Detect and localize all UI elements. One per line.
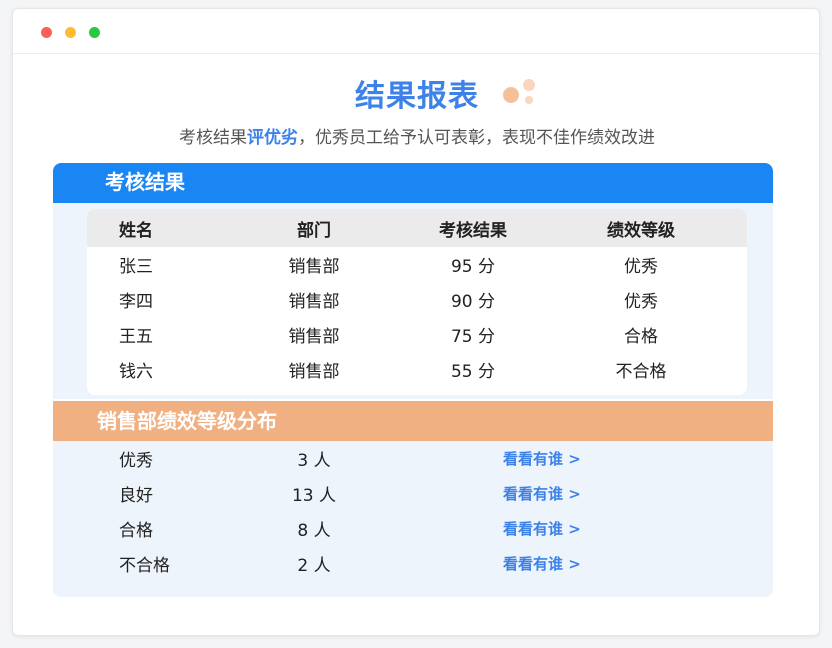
column-header-department: 部门	[297, 220, 331, 241]
grade-label: 合格	[119, 521, 153, 541]
table-row: 张三 销售部 95 分 优秀	[87, 247, 747, 282]
page-title: 结果报表	[355, 79, 479, 114]
maximize-window-button[interactable]	[89, 27, 100, 38]
page-subtitle: 考核结果评优劣，优秀员工给予认可表彰，表现不佳作绩效改进	[13, 123, 821, 148]
view-members-link[interactable]: 看看有谁 >	[389, 448, 581, 469]
cell-name: 钱六	[119, 362, 153, 382]
cell-grade: 不合格	[615, 362, 667, 382]
cell-department: 销售部	[288, 327, 340, 347]
decorative-dots-icon	[501, 75, 541, 107]
table-row: 王五 销售部 75 分 合格	[87, 317, 747, 352]
cell-department: 销售部	[288, 292, 340, 312]
close-window-button[interactable]	[41, 27, 52, 38]
column-header-name: 姓名	[119, 220, 153, 241]
grade-count: 8 人	[297, 521, 331, 541]
list-item: 优秀 3 人 看看有谁 >	[53, 441, 773, 476]
view-members-link[interactable]: 看看有谁 >	[389, 483, 581, 504]
grade-label: 不合格	[119, 556, 170, 576]
results-table-header: 姓名 部门 考核结果 绩效等级	[87, 209, 747, 247]
table-row: 钱六 销售部 55 分 不合格	[87, 352, 747, 387]
column-header-grade: 绩效等级	[607, 220, 675, 241]
view-members-link[interactable]: 看看有谁 >	[389, 553, 581, 574]
grade-count: 2 人	[297, 556, 331, 576]
cell-result: 55 分	[450, 362, 496, 382]
results-table: 姓名 部门 考核结果 绩效等级 张三 销售部 95 分 优秀 李四 销售部 90…	[87, 209, 747, 395]
grade-label: 良好	[119, 486, 153, 506]
cell-name: 王五	[119, 327, 153, 347]
list-item: 合格 8 人 看看有谁 >	[53, 511, 773, 546]
cell-department: 销售部	[288, 362, 340, 382]
cell-grade: 优秀	[624, 257, 658, 277]
cell-department: 销售部	[288, 257, 340, 277]
results-section-title: 考核结果	[53, 163, 773, 203]
window-titlebar	[13, 9, 819, 54]
list-item: 不合格 2 人 看看有谁 >	[53, 546, 773, 581]
cell-result: 75 分	[450, 327, 496, 347]
column-header-result: 考核结果	[439, 220, 507, 241]
cell-grade: 合格	[624, 327, 658, 347]
cell-result: 90 分	[450, 292, 496, 312]
cell-name: 李四	[119, 292, 153, 312]
minimize-window-button[interactable]	[65, 27, 76, 38]
cell-name: 张三	[119, 257, 153, 277]
results-section: 考核结果 姓名 部门 考核结果 绩效等级 张三 销售部 95 分 优秀 李四 销…	[53, 163, 773, 399]
table-row: 李四 销售部 90 分 优秀	[87, 282, 747, 317]
grade-count: 13 人	[291, 486, 337, 506]
distribution-section-title: 销售部绩效等级分布	[53, 401, 773, 441]
report-window: 结果报表 考核结果评优劣，优秀员工给予认可表彰，表现不佳作绩效改进 考核结果 姓…	[12, 8, 820, 636]
distribution-section: 销售部绩效等级分布 优秀 3 人 看看有谁 > 良好 13 人 看看有谁 > 合…	[53, 401, 773, 597]
cell-result: 95 分	[450, 257, 496, 277]
list-item: 良好 13 人 看看有谁 >	[53, 476, 773, 511]
view-members-link[interactable]: 看看有谁 >	[389, 518, 581, 539]
cell-grade: 优秀	[624, 292, 658, 312]
subtitle-suffix: ，优秀员工给予认可表彰，表现不佳作绩效改进	[298, 128, 655, 148]
grade-label: 优秀	[119, 451, 153, 471]
grade-count: 3 人	[297, 451, 331, 471]
subtitle-prefix: 考核结果	[179, 128, 247, 148]
subtitle-highlight: 评优劣	[247, 128, 298, 148]
